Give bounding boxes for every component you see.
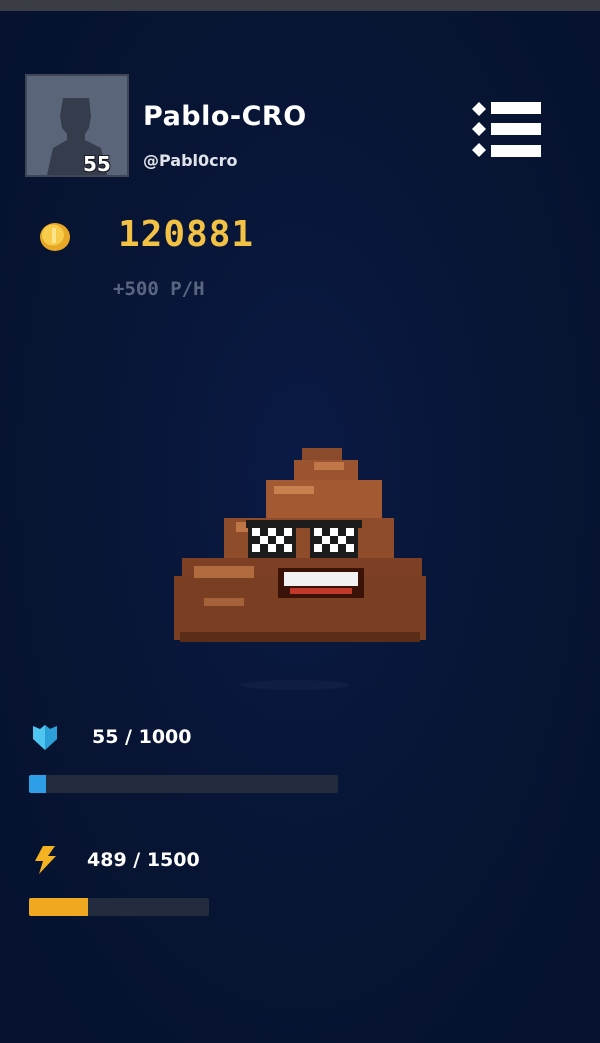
player-level: 55	[83, 152, 111, 176]
shield-icon	[31, 723, 59, 751]
profile-avatar[interactable]: 55	[25, 74, 129, 177]
avatar-silhouette-icon	[27, 76, 127, 175]
username: Pablo-CRO	[143, 101, 307, 132]
coin-balance: 120881	[118, 214, 255, 255]
energy-value: 489 / 1500	[87, 849, 200, 871]
shield-progress-bar	[29, 775, 338, 793]
menu-button[interactable]	[470, 100, 542, 162]
energy-progress-fill	[29, 898, 88, 916]
top-status-bar	[0, 0, 600, 11]
menu-list-icon	[472, 102, 541, 157]
shield-progress-fill	[29, 775, 46, 793]
lightning-icon	[33, 845, 57, 875]
poop-sunglasses-icon[interactable]	[174, 448, 426, 644]
coin-icon	[38, 221, 72, 253]
energy-progress-bar	[29, 898, 209, 916]
user-handle: @Pabl0cro	[143, 151, 238, 170]
shield-value: 55 / 1000	[92, 726, 192, 748]
profit-per-hour: +500 P/H	[113, 278, 205, 300]
mascot-shadow	[240, 680, 350, 690]
